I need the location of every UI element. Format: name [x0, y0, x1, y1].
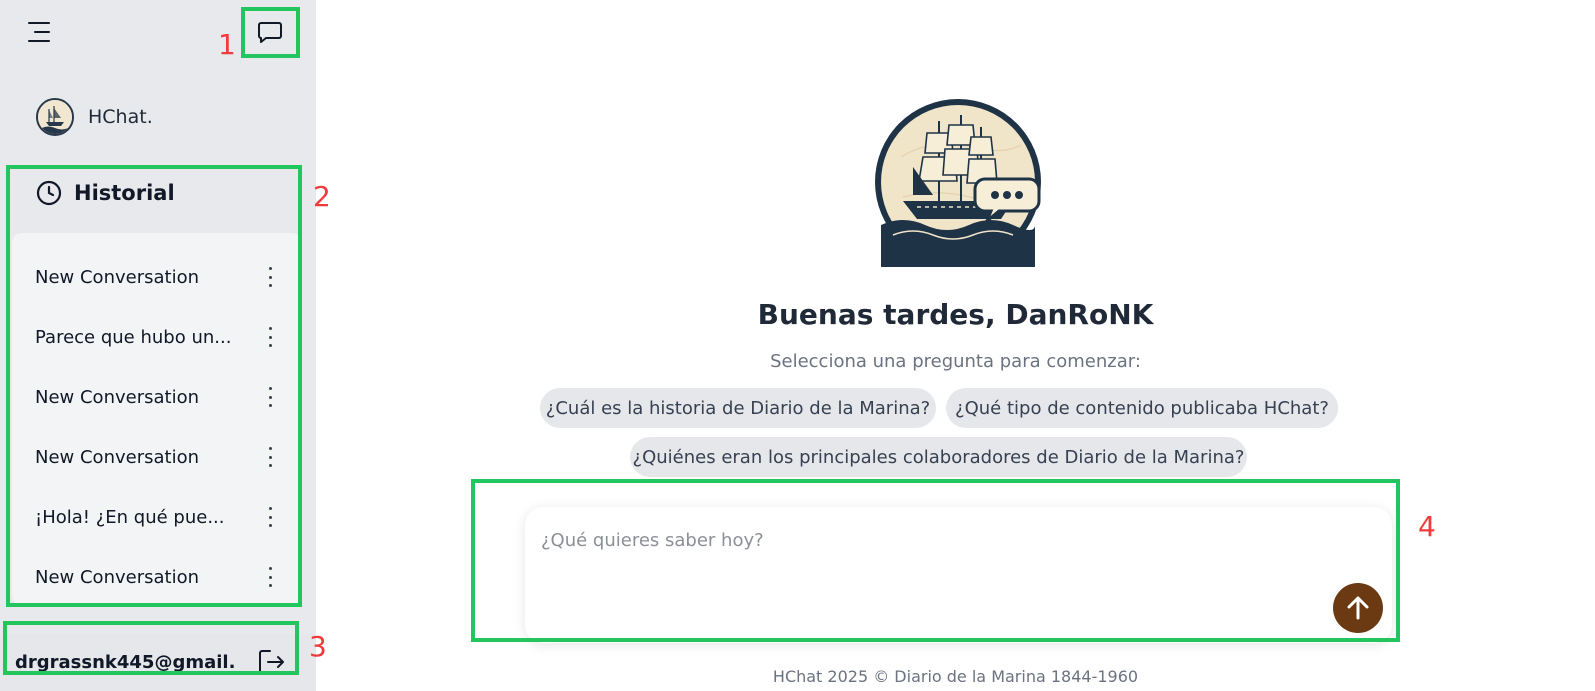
greeting-subtitle: Selecciona una pregunta para comenzar: [770, 351, 1141, 372]
conversation-item[interactable]: New Conversation [12, 427, 302, 487]
conversation-label: New Conversation [35, 446, 199, 468]
history-list: New Conversation Parece que hubo un... N… [12, 233, 302, 605]
new-chat-button[interactable] [255, 18, 285, 48]
menu-button[interactable] [26, 20, 54, 46]
ship-logo [875, 99, 1041, 267]
suggestion-chip[interactable]: ¿Qué tipo de contenido publicaba HChat? [946, 388, 1338, 428]
more-vertical-icon[interactable] [266, 447, 274, 467]
history-title: Historial [74, 181, 175, 205]
user-email: drgrassnk445@gmail.... [15, 652, 235, 673]
ship-logo [38, 100, 72, 134]
more-vertical-icon[interactable] [266, 507, 274, 527]
conversation-label: ¡Hola! ¿En qué pue... [35, 506, 225, 528]
conversation-label: New Conversation [35, 386, 199, 408]
conversation-item[interactable]: ¡Hola! ¿En qué pue... [12, 487, 302, 547]
message-composer [525, 507, 1392, 643]
menu-icon-line [28, 40, 50, 42]
annotation-label-3: 3 [309, 630, 327, 663]
conversation-label: New Conversation [35, 566, 199, 588]
suggestion-chip[interactable]: ¿Cuál es la historia de Diario de la Mar… [540, 388, 936, 428]
arrow-up-icon [1347, 596, 1369, 620]
more-vertical-icon[interactable] [266, 387, 274, 407]
conversation-label: New Conversation [35, 266, 199, 288]
logout-button[interactable] [257, 648, 287, 676]
more-vertical-icon[interactable] [266, 327, 274, 347]
menu-icon-line [34, 31, 50, 33]
sidebar: HChat. Historial New Conversation Parece… [0, 0, 316, 691]
brand-name: HChat. [88, 106, 153, 128]
suggestion-chip[interactable]: ¿Quiénes eran los principales colaborado… [630, 437, 1247, 477]
conversation-label: Parece que hubo un... [35, 326, 232, 348]
conversation-item[interactable]: New Conversation [12, 547, 302, 607]
conversation-item[interactable]: New Conversation [12, 247, 302, 307]
greeting-title: Buenas tardes, DanRoNK [757, 298, 1154, 331]
brand-avatar [36, 98, 74, 136]
conversation-item[interactable]: Parece que hubo un... [12, 307, 302, 367]
conversation-item[interactable]: New Conversation [12, 367, 302, 427]
send-button[interactable] [1333, 583, 1383, 633]
user-bar: drgrassnk445@gmail.... [0, 634, 316, 691]
annotation-label-4: 4 [1418, 510, 1436, 543]
brand[interactable]: HChat. [36, 98, 153, 136]
history-header: Historial [36, 180, 175, 206]
clock-icon [36, 180, 62, 206]
annotation-label-2: 2 [313, 180, 331, 213]
more-vertical-icon[interactable] [266, 267, 274, 287]
annotation-label-1: 1 [218, 28, 236, 61]
footer-text: HChat 2025 © Diario de la Marina 1844-19… [772, 667, 1139, 686]
logout-icon [259, 650, 284, 674]
message-input[interactable] [541, 525, 1301, 555]
more-vertical-icon[interactable] [266, 567, 274, 587]
main-panel: Buenas tardes, DanRoNK Selecciona una pr… [316, 0, 1595, 691]
menu-icon [28, 22, 50, 24]
chat-bubble-icon [258, 22, 282, 43]
